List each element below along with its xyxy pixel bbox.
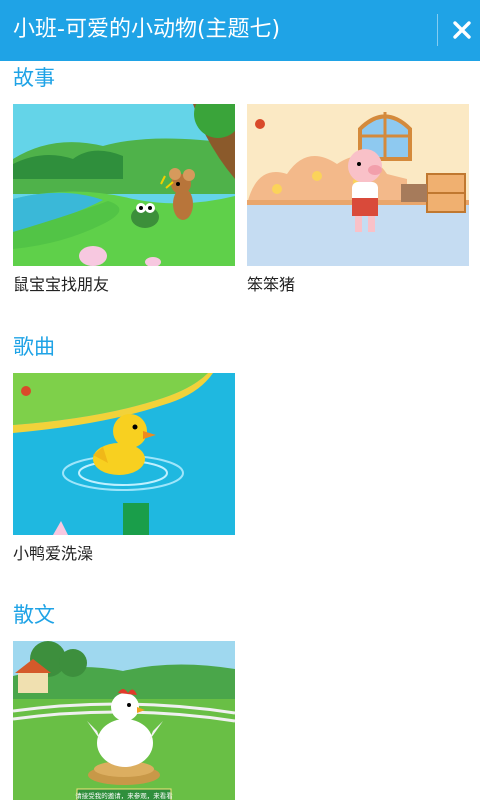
duckling-illustration xyxy=(13,373,235,535)
close-button[interactable] xyxy=(445,13,479,47)
thumbnail-pig[interactable] xyxy=(247,104,469,266)
page-title: 小班-可爱的小动物(主题七) xyxy=(13,17,281,42)
thumbnail-mouse-frog[interactable] xyxy=(13,104,235,266)
section-title-song: 歌曲 xyxy=(13,335,55,359)
title-bar: 小班-可爱的小动物(主题七) xyxy=(0,0,480,61)
thumbnail-hen[interactable]: 请接受我的邀请，来参观，来看看 xyxy=(13,641,235,800)
pig-room-illustration xyxy=(247,104,469,266)
section-title-story: 故事 xyxy=(13,66,55,90)
mouse-frog-illustration xyxy=(13,104,235,266)
story-caption-mouse: 鼠宝宝找朋友 xyxy=(13,275,110,294)
hen-illustration: 请接受我的邀请，来参观，来看看 xyxy=(13,641,235,800)
section-title-prose: 散文 xyxy=(13,603,55,627)
thumbnail-duck[interactable] xyxy=(13,373,235,535)
title-bar-divider xyxy=(437,14,438,46)
song-caption-duck: 小鸭爱洗澡 xyxy=(13,544,94,563)
story-caption-pig: 笨笨猪 xyxy=(247,275,296,294)
close-x-icon xyxy=(453,21,471,39)
hen-banner-text: 请接受我的邀请，来参观，来看看 xyxy=(75,791,173,800)
